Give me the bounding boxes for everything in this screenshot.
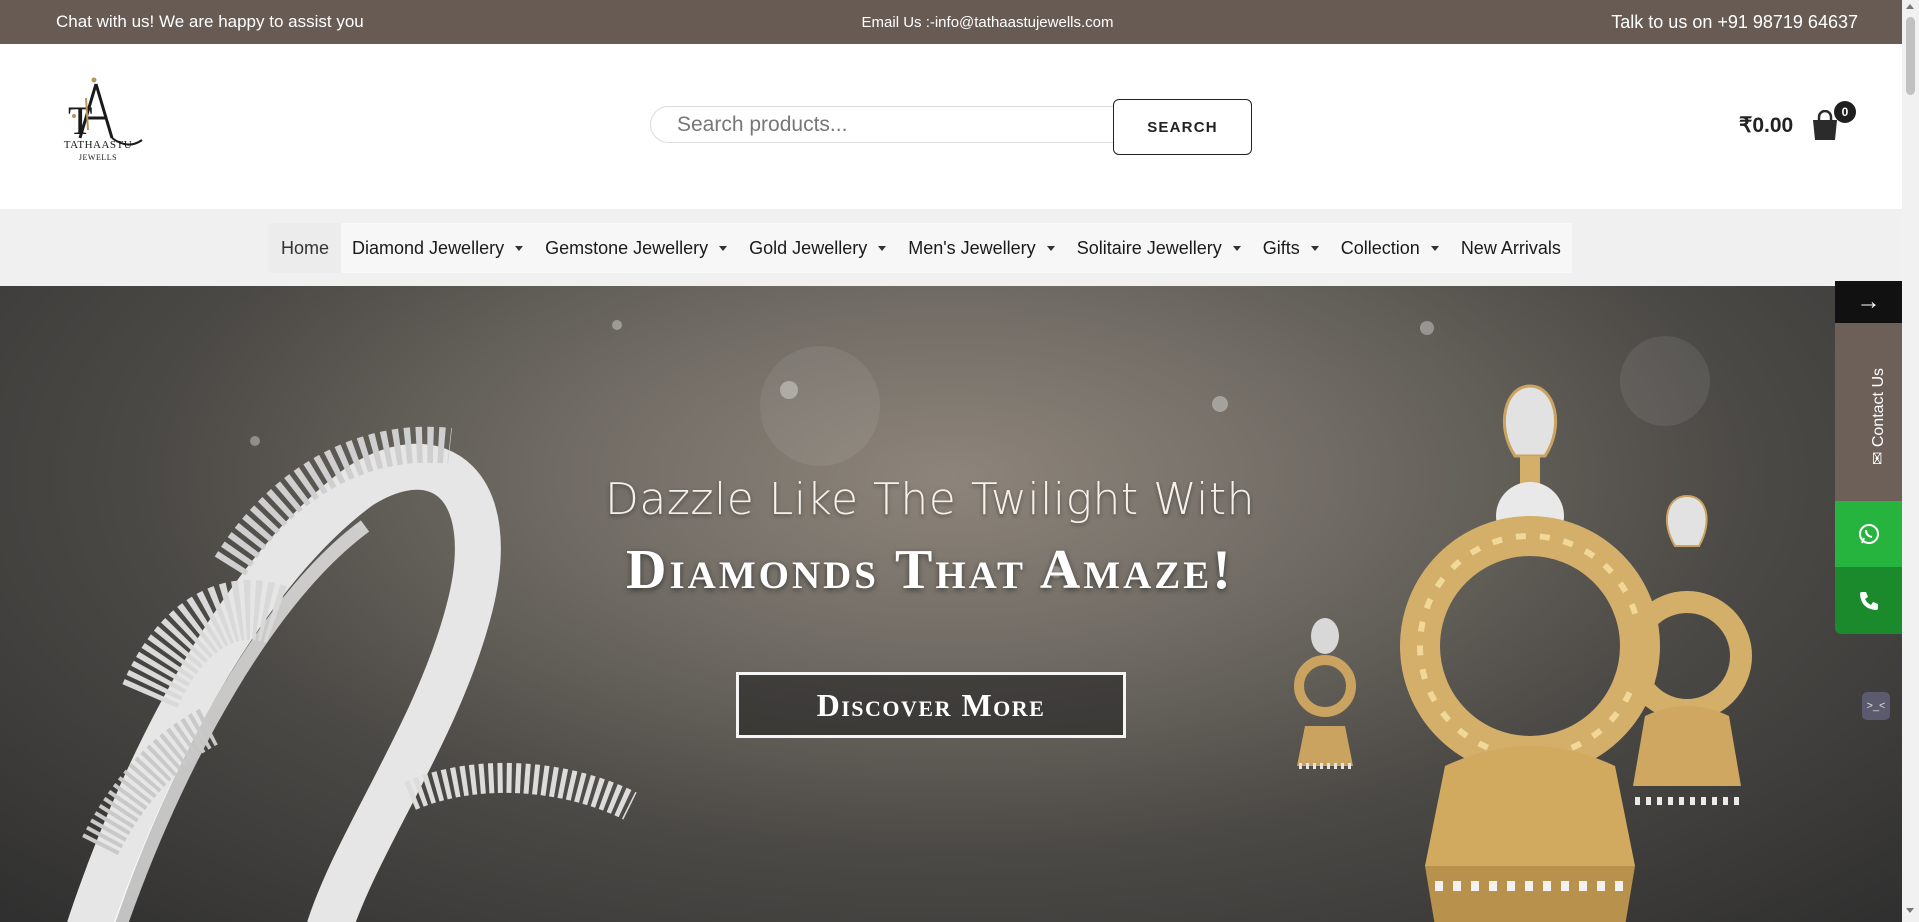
site-header: T TATHAASTU JEWELLS SEARCH ₹0.00 0 bbox=[0, 44, 1902, 209]
nav-item-label: Gifts bbox=[1262, 237, 1300, 258]
chat-widget-icon[interactable]: >_< bbox=[1862, 692, 1890, 720]
call-button[interactable] bbox=[1835, 567, 1902, 634]
bokeh-light bbox=[1212, 396, 1228, 412]
nav-item-solitaire-jewellery[interactable]: Solitaire Jewellery bbox=[1066, 223, 1252, 273]
bokeh-light bbox=[760, 346, 880, 466]
nav-item-gifts[interactable]: Gifts bbox=[1252, 223, 1330, 273]
nav-item-gemstone-jewellery[interactable]: Gemstone Jewellery bbox=[534, 223, 738, 273]
hero-tagline: Dazzle Like The Twilight With bbox=[604, 474, 1256, 525]
nav-item-label: Men's Jewellery bbox=[908, 237, 1036, 258]
hero-headline: Diamonds That Amaze! bbox=[626, 539, 1234, 601]
bokeh-light bbox=[612, 320, 622, 330]
chat-text: Chat with us! We are happy to assist you bbox=[56, 12, 364, 31]
nav-item-mens-jewellery[interactable]: Men's Jewellery bbox=[897, 223, 1065, 273]
caret-down-icon bbox=[1430, 245, 1439, 251]
caret-down-icon bbox=[1310, 245, 1319, 251]
nav-item-label: Gemstone Jewellery bbox=[545, 237, 709, 258]
discover-more-button[interactable]: Discover More bbox=[736, 672, 1126, 738]
search-form: SEARCH bbox=[650, 99, 1252, 155]
nav-item-gold-jewellery[interactable]: Gold Jewellery bbox=[738, 223, 897, 273]
caret-down-icon bbox=[515, 245, 524, 251]
brand-name-main: TATHAASTU bbox=[63, 139, 133, 151]
contact-us-tab[interactable]: ✉ Contact Us bbox=[1835, 323, 1902, 501]
scrollbar-thumb[interactable] bbox=[1906, 17, 1915, 95]
caret-down-icon bbox=[1232, 245, 1241, 251]
brand-name-sub: JEWELLS bbox=[78, 153, 118, 162]
nav-item-new-arrivals[interactable]: New Arrivals bbox=[1450, 223, 1572, 273]
brand-name: TATHAASTU JEWELLS bbox=[58, 139, 138, 162]
scroll-up-arrow-icon[interactable] bbox=[1906, 4, 1914, 9]
phone-icon bbox=[1859, 591, 1878, 610]
search-button[interactable]: SEARCH bbox=[1113, 99, 1252, 155]
page-scrollbar[interactable] bbox=[1902, 0, 1919, 922]
hero-banner[interactable]: Dazzle Like The Twilight With Diamonds T… bbox=[0, 286, 1902, 922]
nav-item-label: Diamond Jewellery bbox=[352, 237, 505, 258]
diamond-ring-image bbox=[67, 426, 637, 922]
mail-icon: ✉ bbox=[1870, 451, 1887, 465]
gold-earrings-image bbox=[1294, 384, 1752, 922]
nav-item-diamond-jewellery[interactable]: Diamond Jewellery bbox=[341, 223, 534, 273]
nav-menu: Home Diamond Jewellery Gemstone Jeweller… bbox=[269, 223, 1572, 273]
search-input[interactable] bbox=[650, 106, 1120, 143]
whatsapp-button[interactable] bbox=[1835, 501, 1902, 567]
contact-us-label: ✉ Contact Us bbox=[1868, 368, 1888, 465]
brand-logo[interactable]: T bbox=[58, 72, 150, 192]
nav-item-collection[interactable]: Collection bbox=[1330, 223, 1450, 273]
phone-link[interactable]: Talk to us on +91 98719 64637 bbox=[1611, 12, 1858, 33]
top-announcement-bar: Chat with us! We are happy to assist you… bbox=[0, 0, 1902, 44]
caret-down-icon bbox=[719, 245, 728, 251]
whatsapp-icon bbox=[1858, 524, 1879, 544]
caret-down-icon bbox=[1046, 245, 1055, 251]
contact-us-text: Contact Us bbox=[1870, 368, 1887, 448]
main-navigation: Home Diamond Jewellery Gemstone Jeweller… bbox=[0, 209, 1902, 286]
nav-item-label: Collection bbox=[1340, 237, 1420, 258]
email-link[interactable]: Email Us :-info@tathaastujewells.com bbox=[862, 14, 1114, 31]
nav-item-home[interactable]: Home bbox=[269, 223, 342, 273]
nav-item-label: Solitaire Jewellery bbox=[1076, 237, 1222, 258]
bokeh-light bbox=[1420, 321, 1434, 335]
arrow-right-icon[interactable]: → bbox=[1835, 281, 1902, 323]
caret-down-icon bbox=[878, 245, 887, 251]
cart-count-badge: 0 bbox=[1834, 101, 1856, 123]
cart-total[interactable]: ₹0.00 bbox=[1739, 113, 1793, 138]
nav-item-label: Home bbox=[281, 237, 330, 258]
nav-item-label: Gold Jewellery bbox=[749, 237, 868, 258]
nav-item-label: New Arrivals bbox=[1460, 237, 1561, 258]
scroll-down-arrow-icon[interactable] bbox=[1906, 908, 1914, 913]
